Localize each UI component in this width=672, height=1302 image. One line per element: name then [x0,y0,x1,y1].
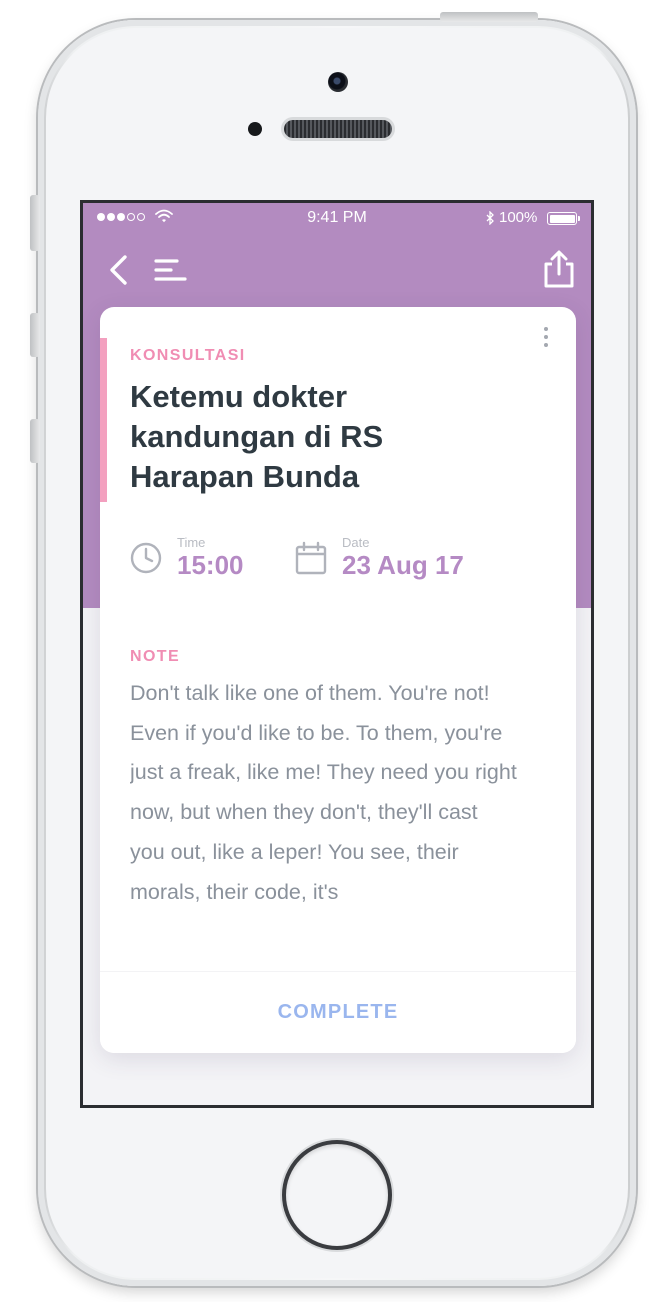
bluetooth-icon [486,211,494,225]
note-text: Don't talk like one of them. You're not!… [130,681,517,904]
event-title: Ketemu dokter kandungan di RS Harapan Bu… [130,379,384,494]
share-icon[interactable] [541,249,577,289]
earpiece-speaker [284,120,392,138]
time-value: 15:00 [177,550,244,580]
menu-icon[interactable] [153,255,189,285]
more-options-icon[interactable] [540,327,552,351]
proximity-sensor [248,122,262,136]
clock-icon [130,542,162,574]
time-caption: Time [177,535,206,550]
date-caption: Date [342,535,370,550]
event-card: KONSULTASI Ketemu dokter kandungan di RS… [100,307,576,1053]
volume-down-button [30,419,40,463]
date-value: 23 Aug 17 [342,550,464,580]
volume-up-button [30,313,40,357]
mute-switch [30,195,40,251]
app-screen: 9:41 PM 100% KONSULTASI Ketemu dokter ka… [80,200,594,1108]
power-button [440,12,538,22]
category-accent-bar [100,338,107,502]
complete-button[interactable]: COMPLETE [100,972,576,1053]
category-label: KONSULTASI [130,347,246,364]
back-chevron-icon[interactable] [105,253,133,287]
front-camera [328,72,348,92]
battery-icon [547,212,580,225]
card-footer: COMPLETE [100,971,576,1053]
note-label: NOTE [130,648,181,665]
status-bar: 9:41 PM 100% [83,203,591,233]
calendar-icon [295,541,327,575]
home-button[interactable] [282,1140,392,1250]
battery-percentage: 100% [499,209,538,226]
